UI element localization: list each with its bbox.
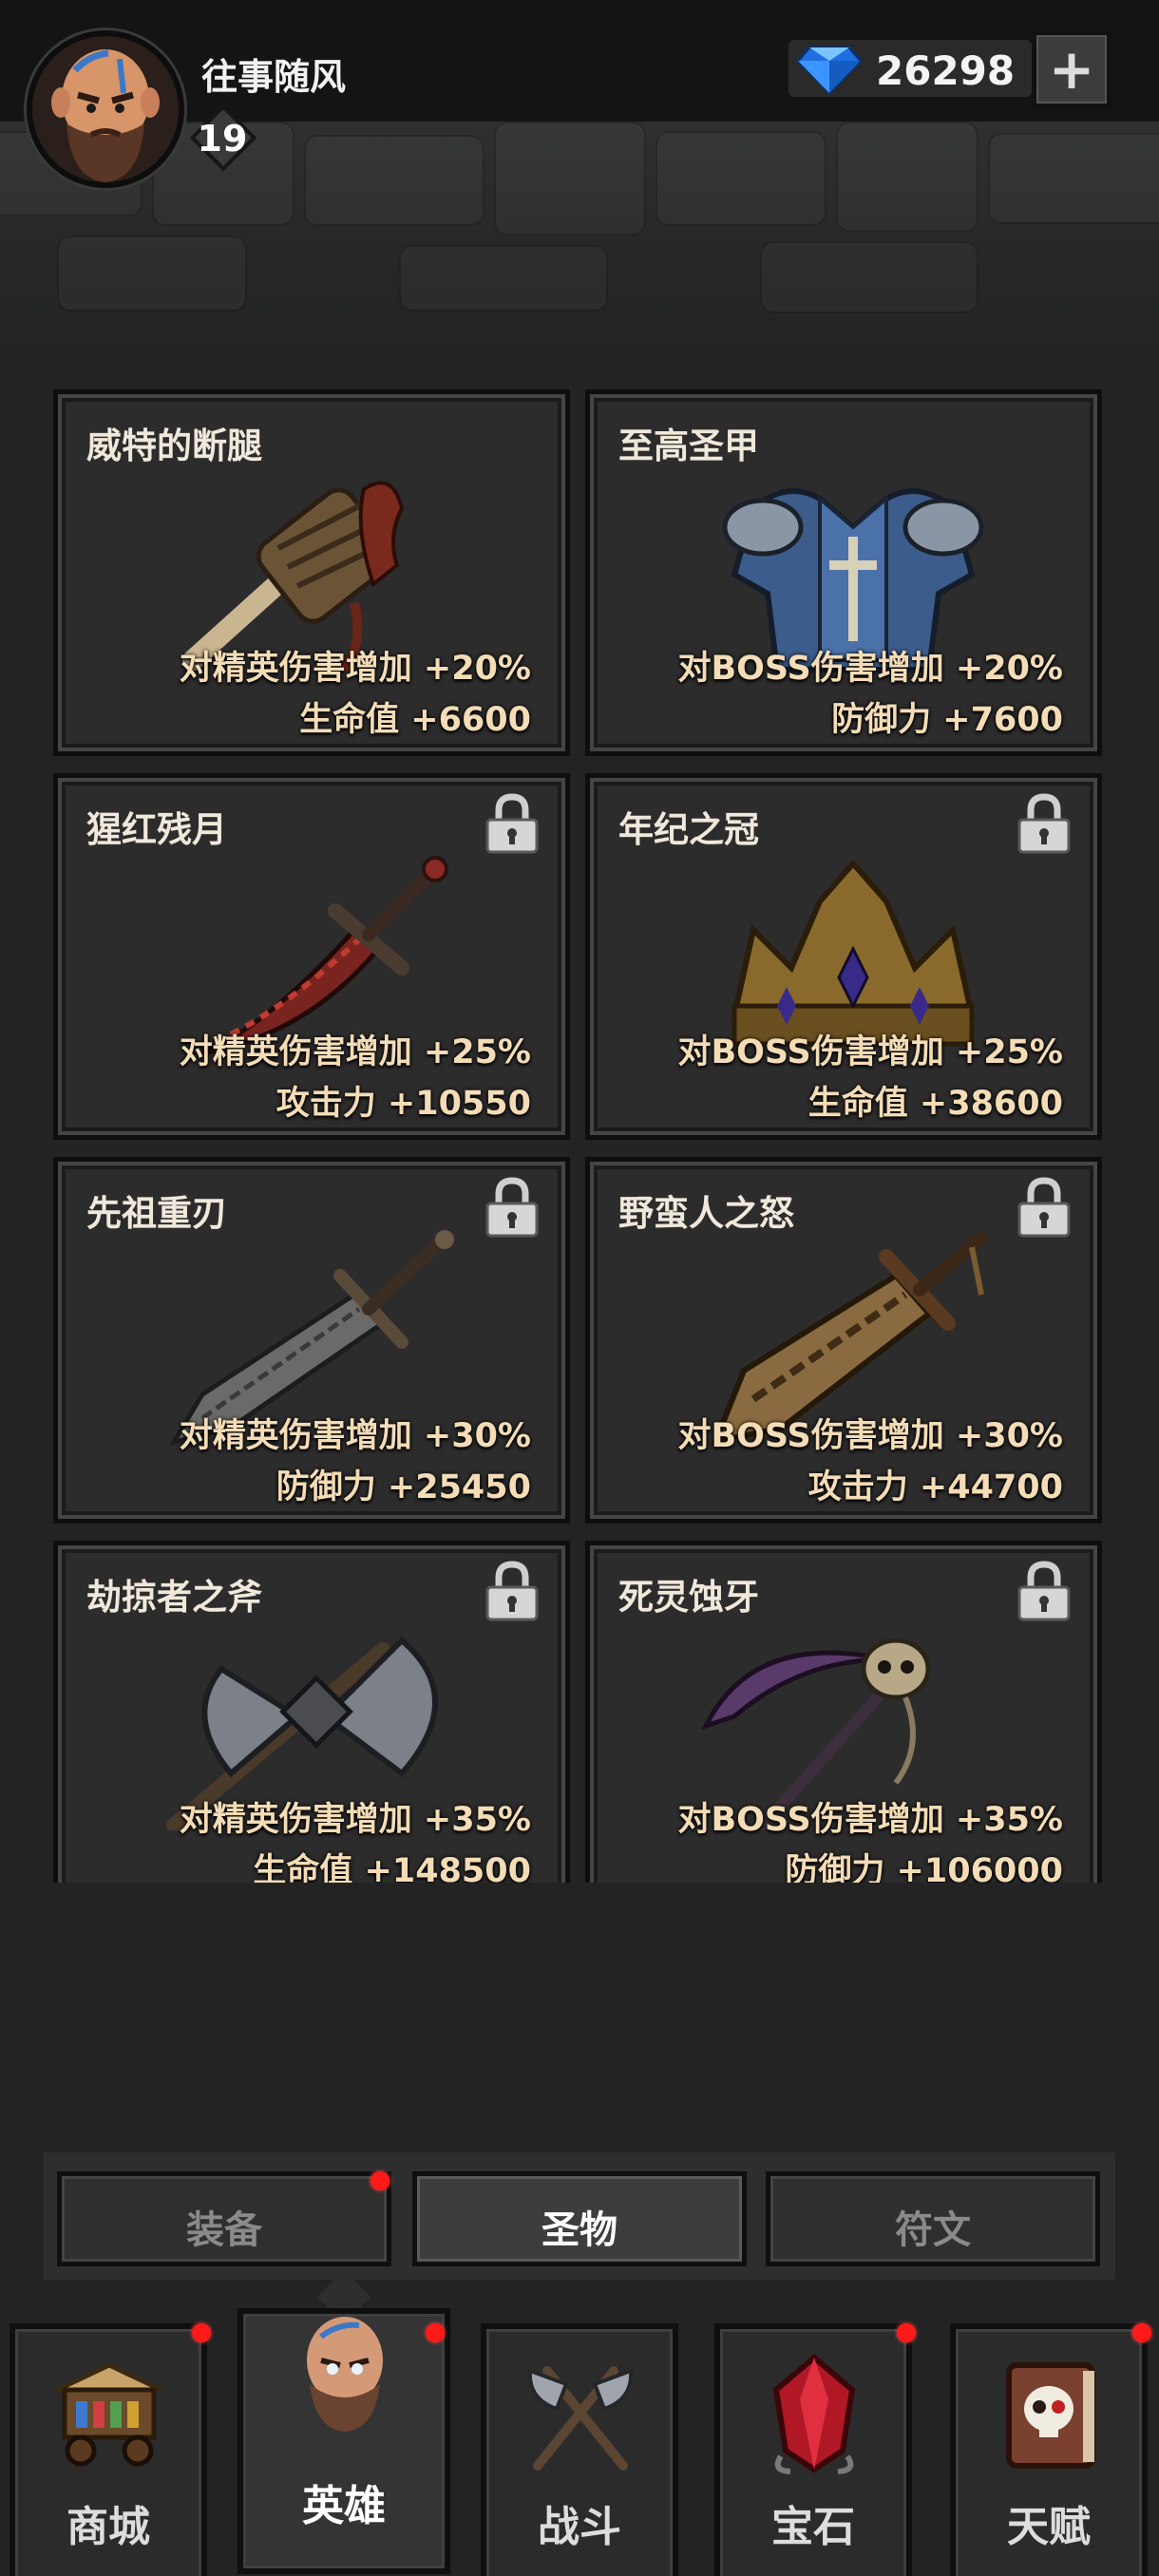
relic-card[interactable]: 猩红残月 对精英伤害增加 +25% 攻击力 +10550 xyxy=(53,773,570,1140)
nav-label: 天赋 xyxy=(1007,2503,1091,2551)
relic-name: 至高圣甲 xyxy=(618,426,759,466)
relic-stat-primary: 对BOSS伤害增加 +35% xyxy=(677,1801,1063,1839)
notification-dot xyxy=(192,2323,211,2342)
relic-name: 野蛮人之怒 xyxy=(618,1193,794,1234)
nav-label: 战斗 xyxy=(538,2503,621,2551)
lock-icon xyxy=(485,1561,539,1621)
nav-label: 商城 xyxy=(66,2503,150,2551)
relic-card[interactable]: 年纪之冠 对BOSS伤害增加 +25% 生命值 +38600 xyxy=(585,773,1102,1140)
relic-stat-secondary: 生命值 +148500 xyxy=(253,1852,531,1883)
tab-relics[interactable]: 圣物 xyxy=(412,2171,747,2266)
relic-card[interactable]: 死灵蚀牙 对BOSS伤害增加 +35% 防御力 +106000 xyxy=(585,1541,1102,1883)
lock-icon xyxy=(485,1177,539,1238)
relic-card[interactable]: 劫掠者之斧 对精英伤害增加 +35% 生命值 +148500 xyxy=(53,1541,570,1883)
relic-stat-primary: 对BOSS伤害增加 +30% xyxy=(677,1417,1063,1455)
relic-stat-primary: 对精英伤害增加 +30% xyxy=(179,1417,531,1455)
relic-card[interactable]: 威特的断腿 对精英伤害增加 +20% 生命值 +6600 xyxy=(53,389,570,756)
relic-name: 威特的断腿 xyxy=(86,426,262,466)
relic-stat-secondary: 防御力 +7600 xyxy=(831,701,1063,739)
relic-name: 劫掠者之斧 xyxy=(86,1577,262,1618)
relic-name: 死灵蚀牙 xyxy=(618,1577,759,1618)
lock-icon xyxy=(485,793,539,854)
crossed-axes-icon xyxy=(527,2366,634,2471)
relic-stat-primary: 对BOSS伤害增加 +20% xyxy=(677,650,1063,688)
relic-stat-secondary: 生命值 +38600 xyxy=(808,1085,1063,1123)
relic-stat-primary: 对精英伤害增加 +35% xyxy=(179,1801,531,1839)
relic-stat-secondary: 攻击力 +44700 xyxy=(808,1468,1063,1506)
player-name: 往事随风 xyxy=(201,56,347,98)
nav-battle[interactable]: 战斗 xyxy=(481,2323,678,2576)
relic-grid: 威特的断腿 对精英伤害增加 +20% 生命值 +6600 至高圣甲 对BOSS伤… xyxy=(53,389,1110,1883)
relic-stat-primary: 对BOSS伤害增加 +25% xyxy=(677,1033,1063,1071)
notification-dot xyxy=(370,2171,390,2190)
red-gem-icon xyxy=(772,2354,856,2474)
lock-icon xyxy=(1017,793,1071,854)
blue-diamond-icon xyxy=(796,46,863,95)
tab-runes[interactable]: 符文 xyxy=(766,2171,1100,2266)
relic-card[interactable]: 先祖重刃 对精英伤害增加 +30% 防御力 +25450 xyxy=(53,1157,570,1524)
hero-portrait-icon xyxy=(307,2317,383,2432)
stone-wall-background xyxy=(0,122,1159,359)
relic-stat-secondary: 攻击力 +10550 xyxy=(276,1085,531,1123)
plus-icon: + xyxy=(1048,37,1095,102)
level-badge: 19 xyxy=(188,103,257,172)
relic-card[interactable]: 野蛮人之怒 对BOSS伤害增加 +30% 攻击力 +44700 xyxy=(585,1157,1102,1524)
subtab-bar: 装备 圣物 符文 xyxy=(44,2152,1115,2280)
gem-count: 26298 xyxy=(876,47,1016,94)
relic-name: 猩红残月 xyxy=(86,809,227,850)
relic-name: 年纪之冠 xyxy=(618,809,759,850)
tab-label: 符文 xyxy=(895,2208,971,2252)
relic-stat-secondary: 生命值 +6600 xyxy=(299,701,531,739)
nav-label: 宝石 xyxy=(771,2503,855,2551)
lock-icon xyxy=(1017,1177,1071,1238)
gem-currency: 26298 xyxy=(788,40,1032,97)
nav-talent[interactable]: 天赋 xyxy=(950,2323,1148,2576)
shop-cart-icon xyxy=(55,2362,163,2467)
tab-label: 装备 xyxy=(186,2208,262,2252)
nav-hero[interactable]: 英雄 xyxy=(238,2308,450,2574)
relic-stat-secondary: 防御力 +25450 xyxy=(276,1468,531,1506)
lock-icon xyxy=(1017,1561,1071,1621)
nav-gems[interactable]: 宝石 xyxy=(714,2323,912,2576)
skull-book-icon xyxy=(1006,2362,1095,2469)
tab-equipment[interactable]: 装备 xyxy=(57,2171,391,2266)
nav-shop[interactable]: 商城 xyxy=(10,2323,207,2576)
nav-label: 英雄 xyxy=(302,2482,386,2530)
player-avatar[interactable] xyxy=(27,30,184,188)
notification-dot xyxy=(426,2323,445,2342)
relic-stat-primary: 对精英伤害增加 +25% xyxy=(179,1033,531,1071)
relic-stat-primary: 对精英伤害增加 +20% xyxy=(179,650,531,688)
level-value: 19 xyxy=(197,118,248,160)
relic-card[interactable]: 至高圣甲 对BOSS伤害增加 +20% 防御力 +7600 xyxy=(585,389,1102,756)
relic-stat-secondary: 防御力 +106000 xyxy=(785,1852,1063,1883)
add-gems-button[interactable]: + xyxy=(1032,30,1112,108)
notification-dot xyxy=(897,2323,916,2342)
relic-name: 先祖重刃 xyxy=(86,1193,227,1234)
notification-dot xyxy=(1132,2323,1151,2342)
bald-warrior-face-icon xyxy=(32,36,179,182)
tab-label: 圣物 xyxy=(542,2208,618,2252)
